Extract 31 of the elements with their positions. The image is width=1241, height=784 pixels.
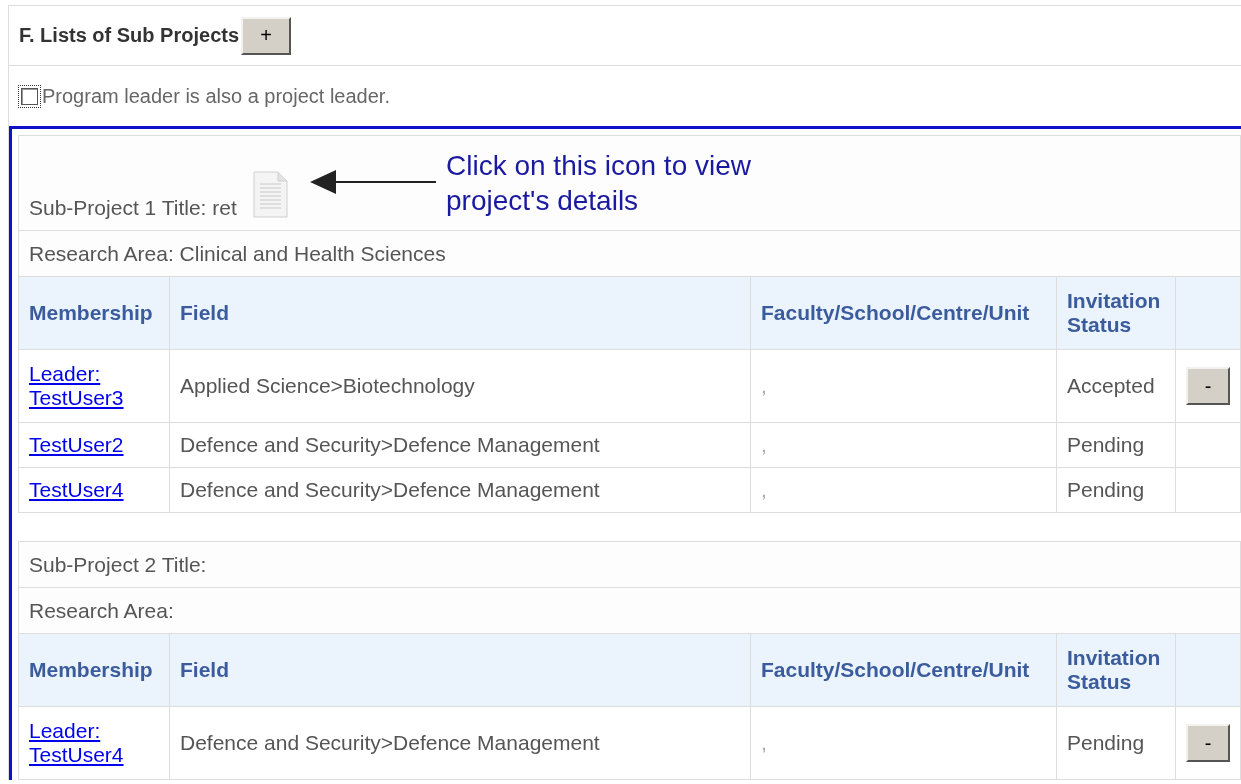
table-cell: , xyxy=(761,731,767,754)
column-header: Faculty/School/Centre/Unit xyxy=(750,633,1057,707)
table-cell: Pending xyxy=(1056,706,1176,780)
table-cell: , xyxy=(761,374,767,397)
table-cell: Accepted xyxy=(1056,349,1176,423)
remove-button[interactable]: - xyxy=(1186,724,1230,762)
column-header: Invitation Status xyxy=(1056,633,1176,707)
sub-project-title: Sub-Project 2 Title: xyxy=(29,553,207,576)
annotation-text: Click on this icon to view project's details xyxy=(446,149,751,218)
research-area: Research Area: Clinical and Health Sciences xyxy=(29,241,446,265)
sub-project-title: Sub-Project 1 Title: ret xyxy=(29,196,237,219)
column-header: Faculty/School/Centre/Unit xyxy=(750,276,1057,350)
table-cell: , xyxy=(761,433,767,456)
column-header: Field xyxy=(169,276,751,350)
table-cell: Applied Science>Biotechnology xyxy=(169,349,751,423)
column-header: Membership xyxy=(18,633,170,707)
column-header: Membership xyxy=(18,276,170,350)
table-cell: Pending xyxy=(1056,422,1176,468)
section-title: F. Lists of Sub Projects xyxy=(19,24,240,47)
table-cell: Defence and Security>Defence Management xyxy=(169,422,751,468)
add-button[interactable]: + xyxy=(241,16,292,55)
remove-button[interactable]: - xyxy=(1186,367,1230,405)
table-cell: Pending xyxy=(1056,467,1176,513)
checkbox-label: Program leader is also a project leader. xyxy=(42,84,390,108)
column-header: Invitation Status xyxy=(1056,276,1176,350)
column-header: Field xyxy=(169,633,751,707)
table-cell: Defence and Security>Defence Management xyxy=(169,706,751,780)
checkbox[interactable] xyxy=(21,87,38,105)
research-area: Research Area: xyxy=(29,598,174,622)
table-cell: , xyxy=(761,478,767,501)
table-cell: Defence and Security>Defence Management xyxy=(169,467,751,513)
